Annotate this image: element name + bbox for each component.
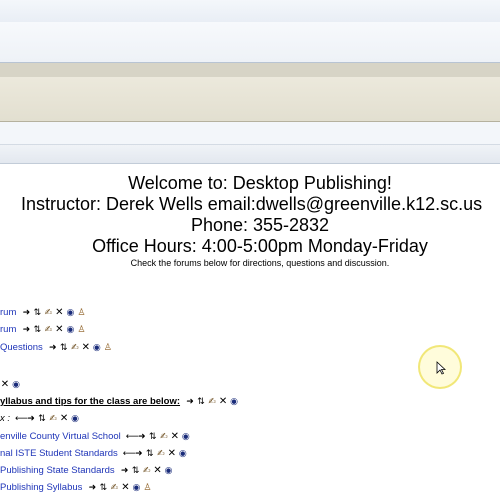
move-right-icon[interactable]: ➜ bbox=[21, 325, 31, 335]
move-right-icon[interactable]: ➜ bbox=[185, 397, 195, 407]
editing-icons: ⟵ ➜ ⇅ ✍ ✕ ◉ bbox=[15, 414, 80, 425]
iste-standards-link[interactable]: nal ISTE Student Standards bbox=[0, 447, 118, 461]
toolbar-strip bbox=[0, 63, 500, 77]
indent-left-icon[interactable]: ⟵ bbox=[15, 414, 28, 424]
move-right-icon[interactable]: ➜ bbox=[134, 449, 144, 459]
office-hours-line: Office Hours: 4:00-5:00pm Monday-Friday bbox=[92, 236, 428, 256]
assign-roles-icon[interactable]: ♙ bbox=[142, 483, 152, 493]
move-updown-icon[interactable]: ⇅ bbox=[37, 414, 47, 424]
edit-icon[interactable]: ✍ bbox=[142, 466, 152, 476]
phone-line: Phone: 355-2832 bbox=[190, 215, 330, 235]
hide-icon[interactable]: ◉ bbox=[178, 449, 188, 459]
list-item: yllabus and tips for the class are below… bbox=[0, 395, 239, 409]
editing-icons: ➜ ⇅ ✍ ✕ ◉ ♙ bbox=[48, 343, 113, 354]
forum-instructions: Check the forums below for directions, q… bbox=[130, 258, 390, 268]
move-right-icon[interactable]: ➜ bbox=[137, 432, 147, 442]
delete-icon[interactable]: ✕ bbox=[54, 308, 64, 318]
move-updown-icon[interactable]: ⇅ bbox=[59, 343, 69, 353]
virtual-school-link[interactable]: enville County Virtual School bbox=[0, 430, 121, 444]
edit-icon[interactable]: ✍ bbox=[207, 397, 217, 407]
editing-icons: ⟵ ➜ ⇅ ✍ ✕ ◉ bbox=[123, 449, 188, 460]
welcome-title: Welcome to: Desktop Publishing! bbox=[128, 173, 392, 193]
move-updown-icon[interactable]: ⇅ bbox=[98, 483, 108, 493]
delete-icon[interactable]: ✕ bbox=[59, 414, 69, 424]
edit-icon[interactable]: ✍ bbox=[70, 343, 80, 353]
list-item: Publishing State Standards ➜ ⇅ ✍ ✕ ◉ bbox=[0, 464, 174, 478]
delete-icon[interactable]: ✕ bbox=[54, 325, 64, 335]
list-item: Questions ➜ ⇅ ✍ ✕ ◉ ♙ bbox=[0, 341, 113, 355]
editing-icons: ➜ ⇅ ✍ ✕ ◉ ♙ bbox=[21, 325, 86, 336]
section-header-bar bbox=[0, 145, 500, 164]
hide-icon[interactable]: ◉ bbox=[65, 308, 75, 318]
move-updown-icon[interactable]: ⇅ bbox=[145, 449, 155, 459]
editing-icons: ⟵ ➜ ⇅ ✍ ✕ ◉ bbox=[126, 432, 191, 443]
move-updown-icon[interactable]: ⇅ bbox=[32, 325, 42, 335]
hide-icon[interactable]: ◉ bbox=[164, 466, 174, 476]
syllabus-heading: yllabus and tips for the class are below… bbox=[0, 396, 181, 407]
move-right-icon[interactable]: ➜ bbox=[26, 414, 36, 424]
browser-address-bar bbox=[0, 22, 500, 63]
assign-roles-icon[interactable]: ♙ bbox=[76, 325, 86, 335]
hide-icon[interactable]: ◉ bbox=[131, 483, 141, 493]
edit-icon[interactable]: ✍ bbox=[156, 449, 166, 459]
hide-icon[interactable]: ◉ bbox=[11, 380, 21, 390]
forum-link[interactable]: rum bbox=[0, 323, 16, 337]
editing-icons: ➜ ⇅ ✍ ✕ ◉ bbox=[120, 466, 174, 477]
list-item: Publishing Syllabus ➜ ⇅ ✍ ✕ ◉ ♙ bbox=[0, 481, 152, 495]
move-updown-icon[interactable]: ⇅ bbox=[196, 397, 206, 407]
syllabus-link[interactable]: Publishing Syllabus bbox=[0, 481, 82, 495]
delete-icon[interactable]: ✕ bbox=[170, 432, 180, 442]
assign-roles-icon[interactable]: ♙ bbox=[103, 343, 113, 353]
editing-icons: ✕ ◉ bbox=[0, 380, 21, 391]
move-updown-icon[interactable]: ⇅ bbox=[148, 432, 158, 442]
list-item: rum ➜ ⇅ ✍ ✕ ◉ ♙ bbox=[0, 323, 86, 337]
move-right-icon[interactable]: ➜ bbox=[48, 343, 58, 353]
forum-link[interactable]: rum bbox=[0, 306, 16, 320]
list-item: rum ➜ ⇅ ✍ ✕ ◉ ♙ bbox=[0, 306, 86, 320]
mouse-pointer-icon bbox=[436, 361, 446, 375]
editing-icons: ➜ ⇅ ✍ ✕ ◉ bbox=[185, 397, 239, 408]
list-item: nal ISTE Student Standards ⟵ ➜ ⇅ ✍ ✕ ◉ bbox=[0, 447, 188, 461]
delete-icon[interactable]: ✕ bbox=[153, 466, 163, 476]
delete-icon[interactable]: ✕ bbox=[81, 343, 91, 353]
indent-left-icon[interactable]: ⟵ bbox=[126, 432, 139, 442]
edit-icon[interactable]: ✍ bbox=[109, 483, 119, 493]
move-updown-icon[interactable]: ⇅ bbox=[131, 466, 141, 476]
edit-icon[interactable]: ✍ bbox=[43, 325, 53, 335]
hide-icon[interactable]: ◉ bbox=[70, 414, 80, 424]
navigation-bar bbox=[0, 122, 500, 145]
delete-icon[interactable]: ✕ bbox=[167, 449, 177, 459]
edit-icon[interactable]: ✍ bbox=[159, 432, 169, 442]
page-header-banner bbox=[0, 77, 500, 122]
hide-icon[interactable]: ◉ bbox=[181, 432, 191, 442]
move-right-icon[interactable]: ➜ bbox=[21, 308, 31, 318]
state-standards-link[interactable]: Publishing State Standards bbox=[0, 464, 115, 478]
browser-tab-bar bbox=[0, 0, 500, 23]
delete-icon[interactable]: ✕ bbox=[120, 483, 130, 493]
list-item: x : ⟵ ➜ ⇅ ✍ ✕ ◉ bbox=[0, 412, 80, 426]
label-text: x : bbox=[0, 413, 11, 424]
hide-icon[interactable]: ◉ bbox=[92, 343, 102, 353]
assign-roles-icon[interactable]: ♙ bbox=[76, 308, 86, 318]
move-updown-icon[interactable]: ⇅ bbox=[32, 308, 42, 318]
indent-left-icon[interactable]: ⟵ bbox=[123, 449, 136, 459]
delete-icon[interactable]: ✕ bbox=[0, 380, 10, 390]
edit-icon[interactable]: ✍ bbox=[48, 414, 58, 424]
move-right-icon[interactable]: ➜ bbox=[87, 483, 97, 493]
editing-icons: ➜ ⇅ ✍ ✕ ◉ ♙ bbox=[21, 308, 86, 319]
list-item: ✕ ◉ bbox=[0, 378, 21, 392]
edit-icon[interactable]: ✍ bbox=[43, 308, 53, 318]
delete-icon[interactable]: ✕ bbox=[218, 397, 228, 407]
hide-icon[interactable]: ◉ bbox=[229, 397, 239, 407]
questions-forum-link[interactable]: Questions bbox=[0, 341, 43, 355]
hide-icon[interactable]: ◉ bbox=[65, 325, 75, 335]
list-item: enville County Virtual School ⟵ ➜ ⇅ ✍ ✕ … bbox=[0, 430, 191, 444]
instructor-line: Instructor: Derek Wells email:dwells@gre… bbox=[21, 194, 483, 214]
move-right-icon[interactable]: ➜ bbox=[120, 466, 130, 476]
editing-icons: ➜ ⇅ ✍ ✕ ◉ ♙ bbox=[87, 483, 152, 494]
